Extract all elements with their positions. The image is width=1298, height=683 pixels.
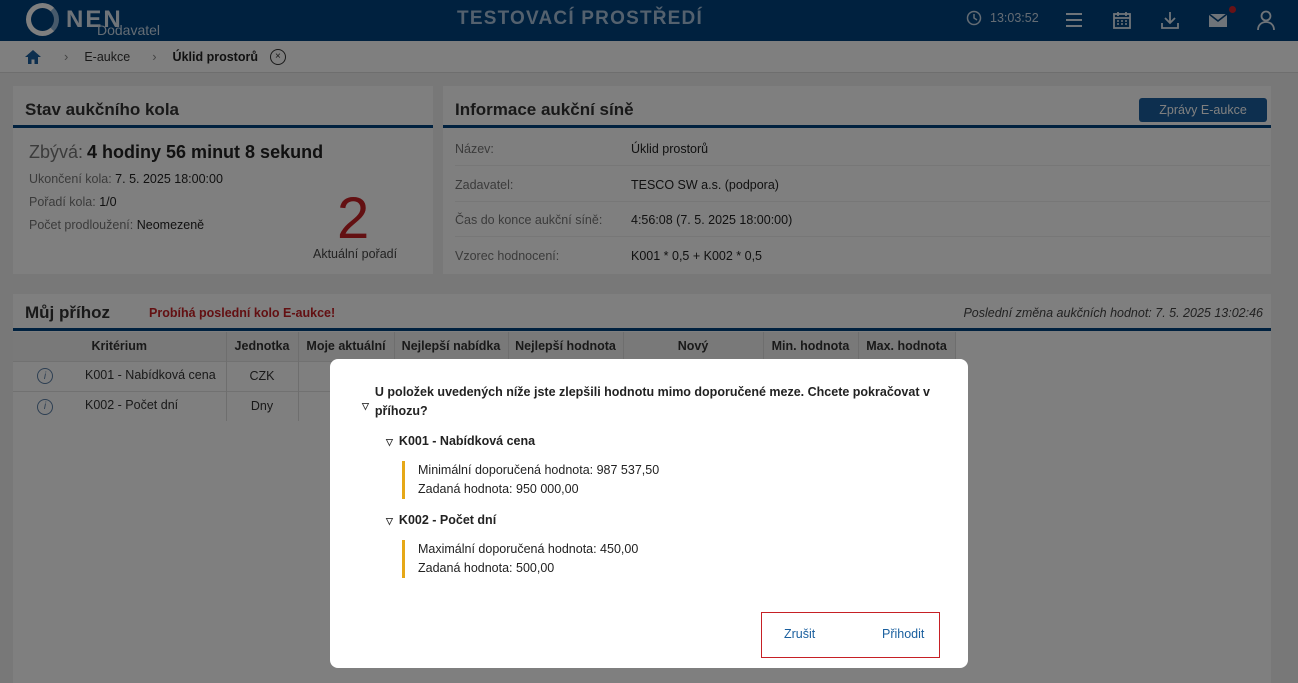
recommended-value: Minimální doporučená hodnota: 987 537,50 (418, 463, 660, 477)
entered-value: Zadaná hodnota: 500,00 (418, 561, 555, 575)
dialog-item-title: K002 - Počet dní (398, 513, 497, 527)
place-bid-button[interactable]: Přihodit (882, 627, 924, 641)
dialog-question: ▽ U položek uvedených níže jste zlepšili… (362, 383, 932, 421)
dialog-item-detail: Minimální doporučená hodnota: 987 537,50… (402, 461, 659, 499)
collapse-triangle-icon[interactable]: ▽ (362, 397, 369, 421)
cancel-button[interactable]: Zrušit (784, 627, 815, 641)
confirmation-dialog: ▽ U položek uvedených níže jste zlepšili… (330, 359, 968, 668)
dialog-actions: Zrušit Přihodit (761, 612, 940, 658)
collapse-triangle-icon[interactable]: ▽ (386, 437, 393, 448)
dialog-item-title: K001 - Nabídková cena (398, 434, 536, 448)
dialog-item-k001: ▽ K001 - Nabídková cena (386, 434, 535, 448)
collapse-triangle-icon[interactable]: ▽ (386, 516, 393, 527)
entered-value: Zadaná hodnota: 950 000,00 (418, 482, 579, 496)
dialog-item-detail: Maximální doporučená hodnota: 450,00 Zad… (402, 540, 638, 578)
dialog-item-k002: ▽ K002 - Počet dní (386, 513, 496, 527)
dialog-question-text: U položek uvedených níže jste zlepšili h… (374, 385, 930, 418)
recommended-value: Maximální doporučená hodnota: 450,00 (418, 542, 639, 556)
